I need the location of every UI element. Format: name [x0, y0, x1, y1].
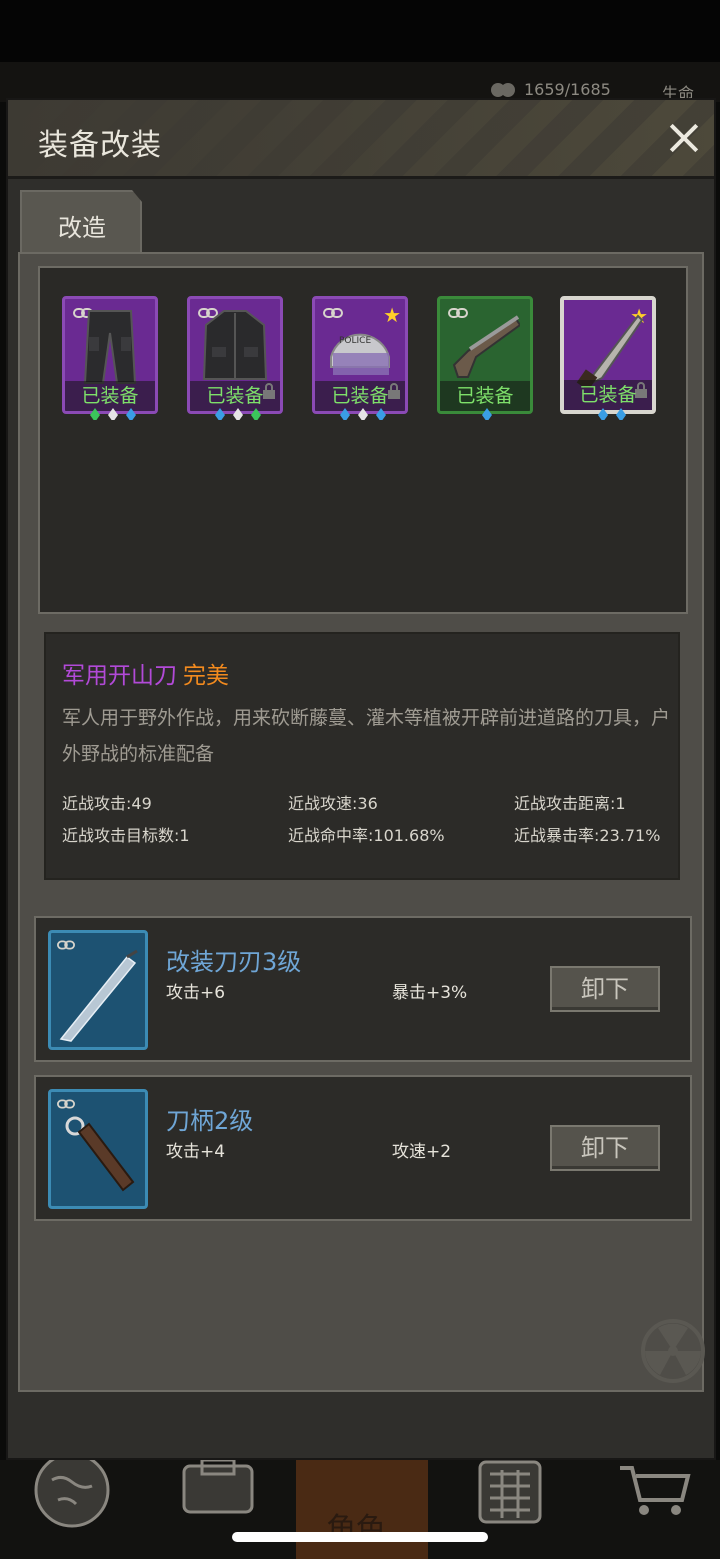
gem-icons	[482, 408, 492, 420]
item-title: 军用开山刀 完美	[62, 656, 229, 690]
gem-icons	[340, 408, 386, 420]
mod-name: 改装刀刃3级	[166, 948, 302, 976]
equipped-label: 已装备	[315, 381, 405, 411]
equipment-slot-shotgun[interactable]: 已装备	[437, 296, 533, 414]
home-indicator[interactable]	[232, 1532, 488, 1542]
item-description: 军人用于野外作战，用来砍断藤蔓、灌木等植被开辟前进道路的刀具，户外野战的标准配备	[62, 707, 671, 765]
mod-name: 刀柄2级	[166, 1107, 254, 1135]
mod-stat-2: 暴击+3%	[392, 983, 468, 1003]
cart-icon[interactable]	[616, 1460, 696, 1540]
jacket-icon	[202, 310, 268, 380]
resource-value: 1659/1685	[524, 80, 611, 99]
blade-mod-icon[interactable]	[48, 930, 148, 1050]
equipment-slot-machete[interactable]: ★ 已装备	[560, 296, 656, 414]
mod-stat-1: 攻击+6	[166, 983, 226, 1003]
equipped-label: 已装备	[440, 381, 530, 411]
backpack-icon[interactable]	[178, 1460, 258, 1540]
close-icon[interactable]	[664, 118, 704, 158]
item-quality: 完美	[183, 663, 229, 689]
equipped-label: 已装备	[190, 381, 280, 411]
handle-icon	[65, 1116, 135, 1192]
mod-stat-1: 攻击+4	[166, 1142, 226, 1162]
gem-icons	[215, 408, 261, 420]
item-info-panel: 军用开山刀 完美 军人用于野外作战，用来砍断藤蔓、灌木等植被开辟前进道路的刀具，户…	[44, 632, 680, 880]
blade-icon	[59, 949, 138, 1042]
stat-melee-speed: 近战攻速:36	[288, 794, 378, 813]
equipment-slot-jacket[interactable]: 已装备	[187, 296, 283, 414]
equipment-slot-helmet[interactable]: ★ POLICE 已装备	[312, 296, 408, 414]
nav-role-tab[interactable]: 角色	[296, 1460, 428, 1559]
dialog-title: 装备改装	[38, 128, 162, 163]
machete-icon	[576, 314, 644, 388]
resource-icon	[491, 83, 515, 97]
equipment-slot-trousers[interactable]: 已装备	[62, 296, 158, 414]
tab-modify-label: 改造	[58, 214, 106, 242]
police-helmet-icon: POLICE	[330, 333, 390, 375]
resource-strip	[0, 62, 720, 102]
equipped-label: 已装备	[564, 380, 652, 410]
radiation-icon	[641, 1319, 705, 1383]
item-name: 军用开山刀	[62, 663, 177, 689]
handle-mod-icon[interactable]	[48, 1089, 148, 1209]
equipment-modify-dialog: 装备改装 改造 已装备 已装备 ★ POLICE 已装备 已装备 ★ 已装备	[6, 98, 716, 1460]
grid-icon[interactable]	[472, 1460, 552, 1540]
stat-melee-attack: 近战攻击:49	[62, 794, 152, 813]
header-divider	[8, 176, 714, 179]
stat-melee-targets: 近战攻击目标数:1	[62, 826, 190, 845]
trousers-icon	[83, 310, 137, 384]
globe-icon[interactable]	[32, 1460, 112, 1540]
stat-melee-hit-rate: 近战命中率:101.68%	[288, 826, 445, 845]
equipped-label: 已装备	[65, 381, 155, 411]
stat-melee-crit-rate: 近战暴击率:23.71%	[514, 826, 661, 845]
mod-stat-2: 攻速+2	[392, 1142, 452, 1162]
tab-modify[interactable]: 改造	[20, 190, 142, 252]
stat-melee-range: 近战攻击距离:1	[514, 794, 626, 813]
gem-icons	[90, 408, 136, 420]
helmet-text: POLICE	[339, 336, 371, 346]
gem-icons	[598, 408, 626, 420]
unequip-button[interactable]: 卸下	[550, 1125, 660, 1171]
shotgun-icon	[452, 315, 520, 378]
mod-row-handle: 刀柄2级 攻击+4 攻速+2 卸下	[34, 1075, 692, 1221]
mod-row-blade: 改装刀刃3级 攻击+6 暴击+3% 卸下	[34, 916, 692, 1062]
unequip-button[interactable]: 卸下	[550, 966, 660, 1012]
